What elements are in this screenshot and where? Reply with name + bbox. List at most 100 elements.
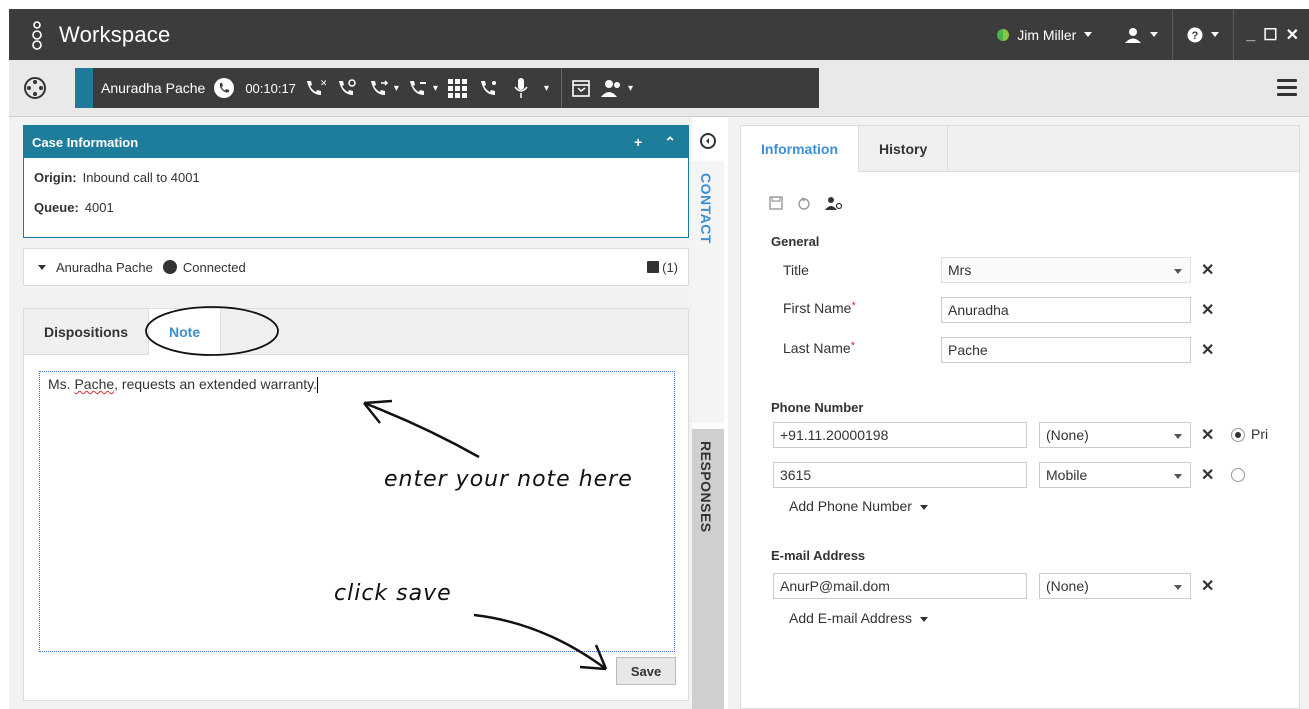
help-icon: ? bbox=[1187, 27, 1203, 42]
svg-text:?: ? bbox=[1192, 30, 1199, 42]
annotation-enter-note: enter your note here bbox=[384, 467, 633, 492]
schedule-callback-icon[interactable] bbox=[568, 75, 594, 101]
end-call-icon[interactable]: ✕ bbox=[302, 75, 328, 101]
call-contact-name: Anuradha Pache bbox=[101, 80, 206, 96]
party-count-value: (1) bbox=[662, 259, 678, 275]
agent-menu-button[interactable] bbox=[1110, 9, 1172, 60]
call-accent bbox=[75, 68, 93, 108]
save-button[interactable]: Save bbox=[616, 657, 676, 685]
chevron-down-icon bbox=[1174, 585, 1182, 590]
add-phone-number-button[interactable]: Add Phone Number bbox=[789, 498, 928, 514]
text-cursor bbox=[317, 377, 319, 394]
main-toolbar: Anuradha Pache 00:10:17 ✕ ▾ ▾ ▾ ▾ bbox=[9, 60, 1309, 117]
first-name-label: First Name* bbox=[783, 300, 856, 316]
first-name-field[interactable]: Anuradha bbox=[941, 297, 1191, 323]
note-panel: Dispositions Note Ms. Pache, requests an… bbox=[23, 306, 689, 701]
hold-call-icon[interactable] bbox=[334, 75, 360, 101]
clear-email-icon[interactable]: ✕ bbox=[1201, 576, 1214, 596]
side-tab-strip: CONTACT RESPONSES bbox=[692, 117, 728, 709]
party-status: Connected bbox=[182, 259, 246, 275]
email-section-title: E-mail Address bbox=[771, 548, 866, 563]
tab-contact[interactable]: CONTACT bbox=[692, 161, 724, 423]
chevron-down-icon bbox=[919, 616, 928, 622]
save-icon[interactable] bbox=[769, 196, 783, 210]
case-information-header: Case Information + ⌃ bbox=[24, 126, 688, 158]
consult-call-icon[interactable] bbox=[476, 75, 502, 101]
origin-label: Origin: bbox=[34, 169, 77, 185]
team-communicator-icon[interactable] bbox=[23, 76, 47, 100]
general-section-title: General bbox=[771, 234, 820, 249]
call-toolbar: Anuradha Pache 00:10:17 ✕ ▾ ▾ ▾ ▾ bbox=[75, 68, 819, 108]
queue-row: Queue: 4001 bbox=[24, 192, 688, 222]
title-select[interactable]: Mrs bbox=[941, 257, 1191, 283]
annotation-arrow-save bbox=[473, 613, 608, 671]
expand-icon[interactable] bbox=[38, 264, 46, 270]
collapse-icon[interactable]: ⌃ bbox=[664, 134, 676, 151]
svg-text:✕: ✕ bbox=[320, 79, 326, 89]
transfer-menu-chevron-icon[interactable]: ▾ bbox=[394, 83, 399, 94]
phone-icon bbox=[162, 260, 177, 274]
phone-type-select[interactable]: Mobile bbox=[1039, 462, 1191, 488]
clear-first-name-icon[interactable]: ✕ bbox=[1201, 300, 1214, 320]
contact-action-icons bbox=[769, 196, 843, 210]
chevron-down-icon bbox=[1174, 269, 1182, 274]
keypad-icon[interactable] bbox=[444, 75, 470, 101]
chevron-down-icon bbox=[919, 504, 928, 510]
phone-type-select[interactable]: (None) bbox=[1039, 422, 1191, 448]
note-tabs: Dispositions Note bbox=[24, 306, 688, 356]
last-name-field[interactable]: Pache bbox=[941, 337, 1191, 363]
tab-dispositions[interactable]: Dispositions bbox=[24, 309, 148, 354]
add-case-field-icon[interactable]: + bbox=[634, 134, 642, 151]
contact-actions-chevron-icon[interactable]: ▾ bbox=[628, 83, 633, 94]
window-icon bbox=[647, 261, 660, 273]
help-menu-button[interactable]: ? bbox=[1173, 9, 1233, 60]
party-count[interactable]: (1) bbox=[647, 260, 678, 275]
chevron-down-icon bbox=[1174, 474, 1182, 479]
last-name-label: Last Name* bbox=[783, 340, 855, 356]
contact-actions-icon[interactable] bbox=[600, 75, 626, 101]
close-icon[interactable]: ✕ bbox=[1286, 25, 1299, 45]
origin-row: Origin: Inbound call to 4001 bbox=[24, 162, 688, 192]
clear-last-name-icon[interactable]: ✕ bbox=[1201, 340, 1214, 360]
collapse-side-panel-icon[interactable] bbox=[700, 133, 716, 149]
party-name: Anuradha Pache bbox=[56, 259, 153, 275]
email-field[interactable]: AnurP@mail.dom bbox=[773, 573, 1027, 599]
minimize-icon[interactable]: _ bbox=[1246, 26, 1255, 44]
microphone-menu-chevron-icon[interactable]: ▾ bbox=[544, 83, 549, 94]
queue-label: Queue: bbox=[34, 199, 79, 215]
queue-value: 4001 bbox=[84, 199, 114, 215]
tab-information[interactable]: Information bbox=[741, 126, 859, 172]
workspace-logo-icon bbox=[25, 20, 49, 50]
reset-icon[interactable] bbox=[797, 196, 811, 210]
note-text-1: Ms. bbox=[48, 376, 75, 392]
title-label: Title bbox=[783, 262, 809, 278]
transfer-call-icon[interactable] bbox=[366, 75, 392, 101]
user-menu[interactable]: Jim Miller bbox=[997, 27, 1093, 43]
primary-phone-radio[interactable] bbox=[1231, 468, 1245, 482]
primary-phone-radio[interactable] bbox=[1231, 428, 1245, 442]
tab-responses[interactable]: RESPONSES bbox=[692, 429, 724, 709]
maximize-icon[interactable]: ☐ bbox=[1263, 25, 1277, 45]
chevron-down-icon bbox=[1174, 434, 1182, 439]
window-controls: _ ☐ ✕ bbox=[1234, 25, 1309, 45]
agent-icon bbox=[1125, 27, 1142, 43]
app-title: Workspace bbox=[59, 21, 171, 47]
add-email-address-button[interactable]: Add E-mail Address bbox=[789, 610, 928, 626]
title-bar: Workspace Jim Miller ? _ ☐ ✕ bbox=[9, 9, 1309, 60]
clear-phone-icon[interactable]: ✕ bbox=[1201, 425, 1214, 445]
divider bbox=[561, 68, 563, 108]
main-menu-icon[interactable] bbox=[1277, 79, 1297, 97]
clear-title-icon[interactable]: ✕ bbox=[1201, 260, 1214, 280]
email-type-select[interactable]: (None) bbox=[1039, 573, 1191, 599]
party-row[interactable]: Anuradha Pache Connected (1) bbox=[23, 248, 689, 286]
manage-contact-icon[interactable] bbox=[825, 196, 843, 210]
conference-call-icon[interactable] bbox=[405, 75, 431, 101]
phone-number-field[interactable]: +91.11.20000198 bbox=[773, 422, 1027, 448]
tab-responses-label: RESPONSES bbox=[698, 441, 714, 533]
microphone-icon[interactable] bbox=[508, 75, 534, 101]
tab-history[interactable]: History bbox=[859, 126, 949, 171]
phone-number-field[interactable]: 3615 bbox=[773, 462, 1027, 488]
conference-menu-chevron-icon[interactable]: ▾ bbox=[433, 83, 438, 94]
clear-phone-icon[interactable]: ✕ bbox=[1201, 465, 1214, 485]
call-timer: 00:10:17 bbox=[245, 80, 296, 96]
